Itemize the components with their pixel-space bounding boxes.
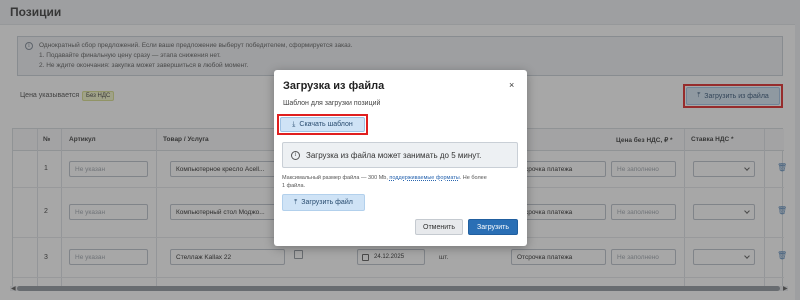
info-icon: i	[291, 151, 300, 160]
hint-prefix: Максимальный размер файла — 300 Mb,	[282, 175, 390, 181]
upload-icon: ⤒	[294, 198, 298, 206]
upload-modal: Загрузка из файла × Шаблон для загрузки …	[274, 70, 527, 246]
download-icon: ⤓	[292, 120, 296, 128]
hint-suffix: . Не более	[459, 175, 487, 181]
submit-button[interactable]: Загрузить	[468, 219, 518, 235]
modal-subtitle: Шаблон для загрузки позиций	[283, 100, 381, 107]
upload-file-label: Загрузить файл	[301, 199, 353, 206]
upload-file-button[interactable]: ⤒ Загрузить файл	[282, 194, 365, 211]
cancel-button[interactable]: Отменить	[415, 219, 463, 235]
download-template-label: Скачать шаблон	[299, 121, 353, 128]
modal-title: Загрузка из файла	[283, 80, 385, 92]
close-icon[interactable]: ×	[509, 80, 514, 90]
file-size-hint: Максимальный размер файла — 300 Mb, подд…	[282, 175, 487, 181]
notice-panel: i Загрузка из файла может занимать до 5 …	[282, 142, 518, 168]
formats-link[interactable]: поддерживаемые форматы	[389, 175, 459, 181]
download-template-button[interactable]: ⤓ Скачать шаблон	[280, 117, 365, 132]
notice-text: Загрузка из файла может занимать до 5 ми…	[306, 151, 482, 160]
file-count-hint: 1 файла.	[282, 183, 306, 189]
